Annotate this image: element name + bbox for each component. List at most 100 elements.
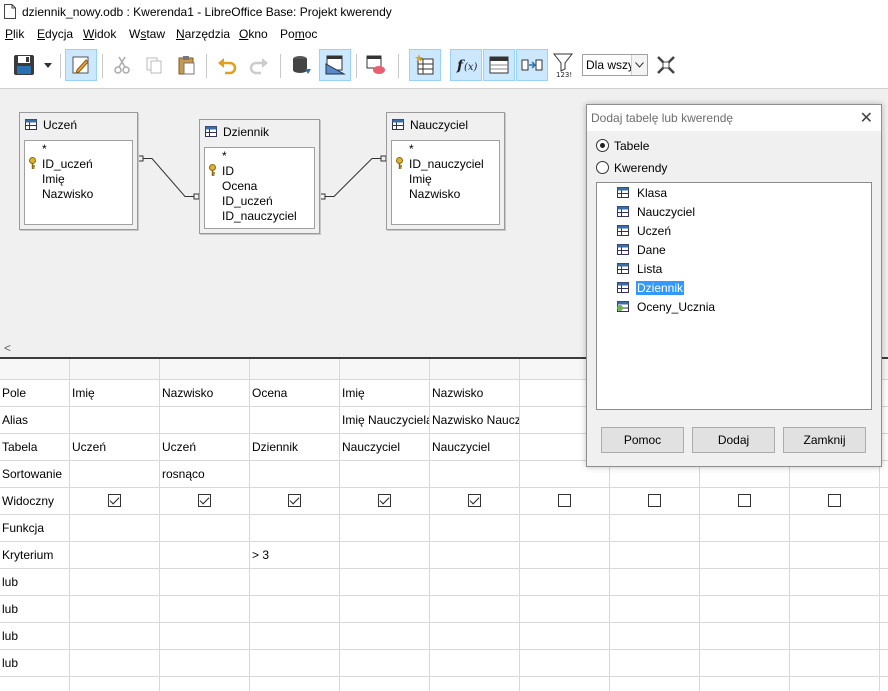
table-name-button[interactable]: [483, 49, 515, 81]
table-window-nauczyciel[interactable]: Nauczyciel * ID_nauczyciel Imię Nazwisko: [386, 112, 505, 230]
field-item[interactable]: Nazwisko: [409, 187, 460, 201]
clear-query-button[interactable]: [360, 49, 392, 81]
radio-tables[interactable]: [596, 139, 609, 152]
grid-cell-table[interactable]: Uczeń: [72, 440, 159, 454]
visible-checkbox[interactable]: [828, 494, 841, 507]
visible-checkbox[interactable]: [288, 494, 301, 507]
menu-view[interactable]: Widok: [83, 27, 116, 41]
grid-cell-field[interactable]: Ocena: [252, 386, 339, 400]
field-item[interactable]: *: [409, 142, 414, 156]
field-item[interactable]: Ocena: [222, 179, 257, 193]
field-item[interactable]: ID_uczeń: [222, 194, 273, 208]
visible-checkbox[interactable]: [198, 494, 211, 507]
field-item[interactable]: ID: [222, 164, 234, 178]
visible-checkbox[interactable]: [648, 494, 661, 507]
menu-window[interactable]: Okno: [239, 27, 268, 41]
visible-checkbox[interactable]: [108, 494, 121, 507]
save-icon: [14, 55, 34, 75]
distinct-values-button[interactable]: 123!: [548, 49, 580, 81]
field-item[interactable]: *: [42, 142, 47, 156]
visible-checkbox[interactable]: [468, 494, 481, 507]
functions-button[interactable]: f (x): [450, 49, 482, 81]
paste-button[interactable]: [170, 49, 202, 81]
field-item[interactable]: Imię: [42, 172, 65, 186]
window-title: dziennik_nowy.odb : Kwerenda1 - LibreOff…: [22, 5, 392, 19]
list-item[interactable]: Nauczyciel: [597, 203, 871, 222]
grid-cell-criterion[interactable]: > 3: [252, 548, 339, 562]
grid-row-label: lub: [2, 602, 19, 616]
save-dropdown-button[interactable]: [40, 49, 56, 81]
field-item[interactable]: ID_uczeń: [42, 157, 93, 171]
grid-cell-alias[interactable]: Nazwisko Nauczyciela: [432, 413, 519, 427]
menu-edit[interactable]: Edycja: [37, 27, 73, 41]
grid-cell-sort[interactable]: rosnąco: [162, 467, 249, 481]
field-item[interactable]: *: [222, 149, 227, 163]
menu-file[interactable]: Plik: [5, 27, 24, 41]
copy-button[interactable]: [138, 49, 170, 81]
field-item[interactable]: Imię: [409, 172, 432, 186]
visible-checkbox[interactable]: [558, 494, 571, 507]
cut-button[interactable]: [106, 49, 138, 81]
list-item[interactable]: Dziennik: [597, 279, 871, 298]
list-item[interactable]: Oceny_Ucznia: [597, 298, 871, 317]
grid-cell-table[interactable]: Dziennik: [252, 440, 339, 454]
redo-button[interactable]: [243, 49, 275, 81]
grid-cell-table[interactable]: Nauczyciel: [342, 440, 429, 454]
table-header[interactable]: Uczeń: [20, 113, 137, 135]
radio-tables-label[interactable]: Tabele: [614, 139, 649, 153]
radio-queries-label[interactable]: Kwerendy: [614, 161, 667, 175]
field-list[interactable]: * ID_nauczyciel Imię Nazwisko: [391, 140, 500, 225]
close-button[interactable]: Zamknij: [783, 427, 866, 453]
table-list[interactable]: Klasa Nauczyciel Uczeń Dane Lista Dziennik Oce…: [596, 182, 872, 410]
field-item[interactable]: ID_nauczyciel: [222, 209, 297, 223]
alias-button[interactable]: [516, 49, 548, 81]
menu-insert[interactable]: Wstaw: [129, 27, 165, 41]
list-item[interactable]: Klasa: [597, 184, 871, 203]
grid-cell-alias[interactable]: Imię Nauczyciela: [342, 413, 429, 427]
grid-cell-field[interactable]: Nazwisko: [162, 386, 249, 400]
run-query-icon: [293, 56, 311, 74]
chevron-down-icon[interactable]: [631, 55, 647, 75]
grid-cell-field[interactable]: Imię: [72, 386, 159, 400]
add-button[interactable]: Dodaj: [692, 427, 775, 453]
grid-cell-table[interactable]: Uczeń: [162, 440, 249, 454]
field-item[interactable]: ID_nauczyciel: [409, 157, 484, 171]
edit-mode-button[interactable]: [65, 49, 97, 81]
list-item-label: Klasa: [637, 186, 668, 200]
tools-button[interactable]: [650, 49, 682, 81]
help-button[interactable]: Pomoc: [601, 427, 684, 453]
table-header[interactable]: Nauczyciel: [387, 113, 504, 135]
field-list[interactable]: * ID_uczeń Imię Nazwisko: [24, 140, 133, 225]
table-name-icon: [489, 56, 509, 74]
field-item[interactable]: Nazwisko: [42, 187, 93, 201]
list-item[interactable]: Lista: [597, 260, 871, 279]
svg-text:(x): (x): [464, 62, 477, 73]
undo-button[interactable]: [211, 49, 243, 81]
add-table-button[interactable]: [409, 49, 441, 81]
menu-tools[interactable]: Narzędzia: [176, 27, 230, 41]
table-window-dziennik[interactable]: Dziennik * ID Ocena ID_uczeń ID_nauczyci…: [199, 119, 320, 234]
grid-row-label: Widoczny: [2, 494, 55, 508]
list-item[interactable]: Uczeń: [597, 222, 871, 241]
grid-cell-field[interactable]: Imię: [342, 386, 429, 400]
scroll-left-icon[interactable]: <: [4, 341, 11, 355]
table-window-uczen[interactable]: Uczeń * ID_uczeń Imię Nazwisko: [19, 112, 138, 230]
list-item[interactable]: Dane: [597, 241, 871, 260]
limit-combo[interactable]: Dla wszy: [582, 54, 648, 76]
grid-cell-table[interactable]: Nauczyciel: [432, 440, 519, 454]
radio-queries[interactable]: [596, 161, 609, 174]
close-icon[interactable]: ✕: [860, 108, 873, 128]
key-icon: [396, 157, 403, 169]
visible-checkbox[interactable]: [378, 494, 391, 507]
menu-help[interactable]: Pomoc: [280, 27, 317, 41]
table-header[interactable]: Dziennik: [200, 120, 319, 142]
table-icon: [392, 119, 404, 130]
visible-checkbox[interactable]: [738, 494, 751, 507]
distinct-values-icon: 123!: [552, 53, 574, 78]
field-list[interactable]: * ID Ocena ID_uczeń ID_nauczyciel: [204, 147, 315, 229]
grid-cell-field[interactable]: Nazwisko: [432, 386, 519, 400]
dialog-titlebar[interactable]: Dodaj tabelę lub kwerendę ✕: [587, 105, 881, 131]
run-query-button[interactable]: [285, 49, 317, 81]
save-button[interactable]: [8, 49, 40, 81]
design-view-button[interactable]: [319, 49, 351, 81]
